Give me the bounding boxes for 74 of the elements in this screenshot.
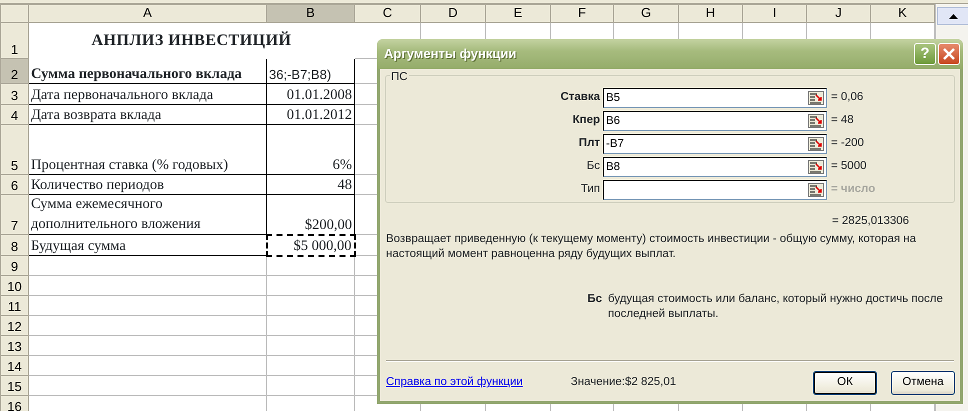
table-cell: 01.01.2008 xyxy=(266,84,354,104)
field-label: Плт xyxy=(578,136,601,152)
function-description: Возвращает приведенную (к текущему моменту) стоимость инвестиции - общую сумму, которая на настоящий момент равноценна ряду будущих выплат. xyxy=(385,232,918,262)
collapse-dialog-icon[interactable] xyxy=(808,183,824,197)
table-cell: Количество периодов xyxy=(28,174,266,194)
row-header[interactable]: 9 xyxy=(0,256,28,276)
argument-result: = -200 xyxy=(830,136,865,152)
collapse-dialog-icon[interactable] xyxy=(808,114,824,128)
argument-result: = 48 xyxy=(830,113,855,128)
row-header[interactable]: 14 xyxy=(0,356,28,376)
window-title: Аргументы функции xyxy=(384,45,518,64)
table-cell: $5 000,00 xyxy=(266,234,354,256)
up-arrow-icon xyxy=(948,14,958,18)
argument-field[interactable] xyxy=(603,180,827,200)
argument-field[interactable]: B6 xyxy=(603,111,827,131)
column-header[interactable]: E xyxy=(486,4,550,22)
cancel-button[interactable]: Отмена xyxy=(891,371,955,395)
column-header[interactable]: J xyxy=(806,4,870,22)
argument-field[interactable]: B8 xyxy=(603,157,827,177)
column-header[interactable]: G xyxy=(614,4,678,22)
scroll-up-button[interactable] xyxy=(937,7,968,25)
collapse-dialog-icon[interactable] xyxy=(808,137,824,151)
column-header[interactable]: H xyxy=(678,4,742,22)
column-header[interactable]: K xyxy=(870,4,934,22)
row-header[interactable]: 16 xyxy=(0,396,28,411)
row-header[interactable]: 3 xyxy=(0,84,28,104)
argument-field[interactable]: -B7 xyxy=(603,134,827,154)
column-header[interactable]: I xyxy=(742,4,806,22)
table-cell: 6% xyxy=(266,124,354,174)
field-label: Кпер xyxy=(572,113,601,128)
ok-button[interactable]: ОК xyxy=(813,371,877,395)
row-header[interactable]: 5 xyxy=(0,124,28,174)
column-header[interactable]: D xyxy=(420,4,486,22)
value-text: $2 825,01 xyxy=(625,376,676,388)
row-header[interactable]: 6 xyxy=(0,174,28,194)
row-header[interactable]: 13 xyxy=(0,336,28,356)
close-icon xyxy=(943,48,955,60)
column-header[interactable]: B xyxy=(266,4,354,22)
argument-field[interactable]: B5 xyxy=(603,88,827,108)
argument-result: = 0,06 xyxy=(830,90,864,106)
row-header[interactable]: 12 xyxy=(0,316,28,336)
row-header[interactable]: 8 xyxy=(0,234,28,256)
argument-result: = 5000 xyxy=(830,159,868,174)
row-header[interactable]: 2 xyxy=(0,58,28,84)
field-label: Тип xyxy=(580,182,601,198)
table-cell: 01.01.2012 xyxy=(266,104,354,124)
table-cell: Сумма первоначального вклада xyxy=(28,58,266,84)
collapse-dialog-icon[interactable] xyxy=(808,160,824,174)
help-link[interactable]: Справка по этой функции xyxy=(386,374,523,392)
table-cell: 36;-B7;B8) xyxy=(266,58,354,84)
table-cell: Дата первоначального вклада xyxy=(28,84,266,104)
row-header[interactable]: 7 xyxy=(0,194,28,235)
value-label: Значение: xyxy=(570,376,625,388)
argument-name: Бс xyxy=(586,292,603,308)
table-cell: Сумма ежемесячного дополнительного вложения xyxy=(28,194,266,235)
argument-description: будущая стоимость или баланс, который нужно достичь после последней выплаты. xyxy=(608,292,944,322)
row-header[interactable]: 15 xyxy=(0,376,28,396)
close-button[interactable] xyxy=(938,43,960,65)
sheet-title: АНПЛИЗ ИНВЕСТИЦИЙ xyxy=(28,22,354,58)
row-header[interactable]: 4 xyxy=(0,104,28,124)
field-label: Бс xyxy=(586,159,601,174)
table-cell: Дата возврата вклада xyxy=(28,104,266,124)
row-header[interactable]: 11 xyxy=(0,296,28,316)
column-header[interactable]: C xyxy=(354,4,420,22)
field-label: Ставка xyxy=(559,90,601,106)
row-header[interactable]: 10 xyxy=(0,276,28,296)
column-header[interactable]: F xyxy=(550,4,614,22)
table-cell: 48 xyxy=(266,174,354,194)
column-header[interactable]: A xyxy=(28,4,266,22)
row-header[interactable]: 1 xyxy=(0,22,28,58)
table-cell: Процентная ставка (% годовых) xyxy=(28,124,266,174)
collapse-dialog-icon[interactable] xyxy=(808,91,824,105)
argument-result: = число xyxy=(830,182,876,198)
formula-result: = 2825,013306 xyxy=(831,214,910,229)
